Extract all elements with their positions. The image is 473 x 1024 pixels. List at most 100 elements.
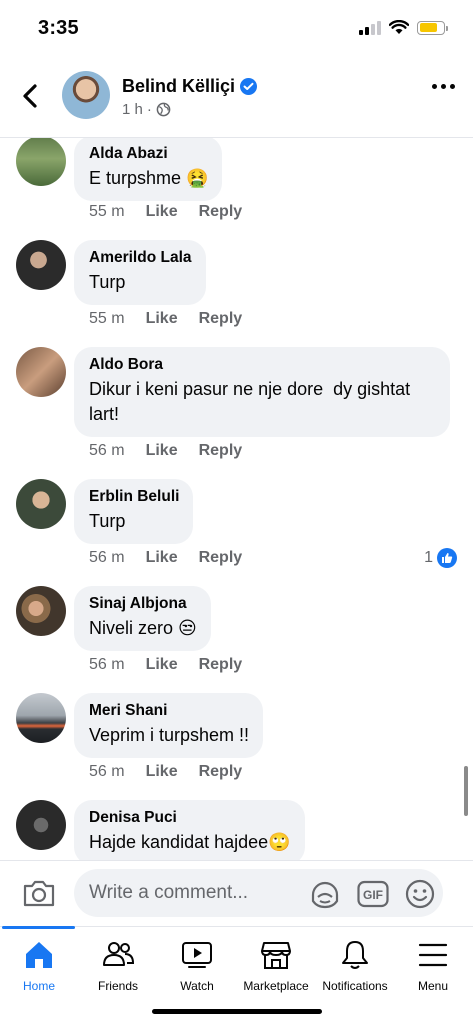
commenter-avatar[interactable] xyxy=(16,800,66,850)
author-row: Belind Këlliçi xyxy=(122,76,258,97)
svg-text:GIF: GIF xyxy=(363,888,383,902)
commenter-avatar[interactable] xyxy=(16,240,66,290)
cellular-signal-icon xyxy=(359,20,381,35)
nav-menu[interactable]: Menu xyxy=(393,939,473,993)
comment-time: 56 m xyxy=(89,763,125,780)
comment-time: 55 m xyxy=(89,203,125,220)
bell-icon xyxy=(342,941,368,969)
scrollbar[interactable] xyxy=(464,766,468,816)
reply-button[interactable]: Reply xyxy=(199,549,243,567)
nav-watch[interactable]: Watch xyxy=(157,939,237,993)
watch-icon xyxy=(182,942,212,968)
comment-bubble[interactable]: Amerildo Lala Turp xyxy=(74,240,206,305)
globe-icon xyxy=(156,102,171,117)
comment-time: 56 m xyxy=(89,549,125,566)
comment-text: Hajde kandidat hajdee🙄 xyxy=(89,832,291,852)
comment-actions: 56 m Like Reply xyxy=(89,442,242,460)
camera-icon xyxy=(23,880,55,907)
nav-label-watch: Watch xyxy=(180,979,214,993)
like-button[interactable]: Like xyxy=(146,310,178,328)
like-button[interactable]: Like xyxy=(146,549,178,567)
back-button[interactable] xyxy=(14,80,46,112)
menu-icon xyxy=(418,943,448,967)
like-button[interactable]: Like xyxy=(146,203,178,221)
home-indicator[interactable] xyxy=(152,1009,322,1014)
commenter-avatar[interactable] xyxy=(16,693,66,743)
like-button[interactable]: Like xyxy=(146,763,178,781)
author-name[interactable]: Belind Këlliçi xyxy=(122,76,235,97)
reply-button[interactable]: Reply xyxy=(199,656,243,674)
comment-text: Veprim i turpshem !! xyxy=(89,725,250,745)
thumbs-up-icon xyxy=(437,548,457,568)
wifi-icon xyxy=(389,20,409,34)
comment-bubble[interactable]: Alda Abazi E turpshme 🤮 xyxy=(74,138,223,201)
comment-actions: 56 m Like Reply xyxy=(89,549,242,567)
comment-time: 56 m xyxy=(89,442,125,459)
commenter-name[interactable]: Alda Abazi xyxy=(89,144,208,164)
comment-bubble[interactable]: Sinaj Albjona Niveli zero 😒 xyxy=(74,586,211,651)
nav-label-menu: Menu xyxy=(417,979,449,993)
comment-text: Turp xyxy=(89,511,126,531)
nav-label-home: Home xyxy=(22,979,55,993)
commenter-avatar[interactable] xyxy=(16,347,66,397)
comment-bubble[interactable]: Aldo Bora Dikur i keni pasur ne nje dore… xyxy=(74,347,450,437)
commenter-avatar[interactable] xyxy=(16,479,66,529)
active-tab-indicator xyxy=(2,926,75,929)
comment-composer: GIF xyxy=(0,860,473,926)
status-time: 3:35 xyxy=(38,17,79,39)
nav-label-notifications: Notifications xyxy=(322,979,388,993)
friends-icon xyxy=(103,942,135,966)
avatar-sticker-icon[interactable] xyxy=(309,879,341,909)
camera-button[interactable] xyxy=(22,878,56,913)
emoji-icon[interactable] xyxy=(405,879,435,909)
chevron-left-icon xyxy=(23,84,37,108)
post-header: Belind Këlliçi 1 h · xyxy=(0,56,473,138)
commenter-avatar[interactable] xyxy=(16,586,66,636)
commenter-name[interactable]: Denisa Puci xyxy=(89,808,291,828)
commenter-name[interactable]: Meri Shani xyxy=(89,701,249,721)
nav-notifications[interactable]: Notifications xyxy=(315,939,395,993)
commenter-name[interactable]: Sinaj Albjona xyxy=(89,594,197,614)
comment-actions: 55 m Like Reply xyxy=(89,310,242,328)
nav-home[interactable]: Home xyxy=(0,939,79,993)
post-meta: 1 h · xyxy=(122,101,171,118)
commenter-name[interactable]: Erblin Beluli xyxy=(89,487,179,507)
composer-icons: GIF xyxy=(309,879,435,909)
nav-marketplace[interactable]: Marketplace xyxy=(236,939,316,993)
comment-bubble[interactable]: Denisa Puci Hajde kandidat hajdee🙄 xyxy=(74,800,305,860)
comment-actions: 56 m Like Reply xyxy=(89,763,242,781)
home-icon xyxy=(26,942,52,968)
comment-text: Niveli zero 😒 xyxy=(89,618,197,638)
nav-label-friends: Friends xyxy=(97,979,138,993)
comment-text: Turp xyxy=(89,272,126,292)
reply-button[interactable]: Reply xyxy=(199,310,243,328)
author-avatar[interactable] xyxy=(62,71,110,119)
comment-actions: 56 m Like Reply xyxy=(89,656,242,674)
comment-actions: 55 m Like Reply xyxy=(89,203,242,221)
nav-friends[interactable]: Friends xyxy=(78,939,158,993)
comments-list[interactable]: Alda Abazi E turpshme 🤮 55 m Like Reply … xyxy=(0,138,473,860)
nav-label-marketplace: Marketplace xyxy=(243,979,309,993)
status-icons xyxy=(359,20,448,35)
comment-text: Dikur i keni pasur ne nje dore dy gishta… xyxy=(89,379,411,424)
battery-icon xyxy=(417,20,448,35)
meta-separator: · xyxy=(146,101,152,118)
commenter-name[interactable]: Amerildo Lala xyxy=(89,248,192,268)
like-button[interactable]: Like xyxy=(146,656,178,674)
reaction-count-value: 1 xyxy=(424,549,433,566)
gif-icon[interactable]: GIF xyxy=(357,880,389,908)
post-time[interactable]: 1 h xyxy=(122,101,143,118)
more-options-button[interactable] xyxy=(432,84,455,89)
commenter-name[interactable]: Aldo Bora xyxy=(89,355,436,375)
reply-button[interactable]: Reply xyxy=(199,203,243,221)
status-bar: 3:35 xyxy=(0,0,473,56)
comment-bubble[interactable]: Erblin Beluli Turp xyxy=(74,479,194,544)
reply-button[interactable]: Reply xyxy=(199,763,243,781)
reaction-count[interactable]: 1 xyxy=(424,548,457,568)
reply-button[interactable]: Reply xyxy=(199,442,243,460)
comment-time: 55 m xyxy=(89,310,125,327)
comment-bubble[interactable]: Meri Shani Veprim i turpshem !! xyxy=(74,693,264,758)
verified-badge-icon xyxy=(240,78,258,95)
commenter-avatar[interactable] xyxy=(16,138,66,186)
like-button[interactable]: Like xyxy=(146,442,178,460)
